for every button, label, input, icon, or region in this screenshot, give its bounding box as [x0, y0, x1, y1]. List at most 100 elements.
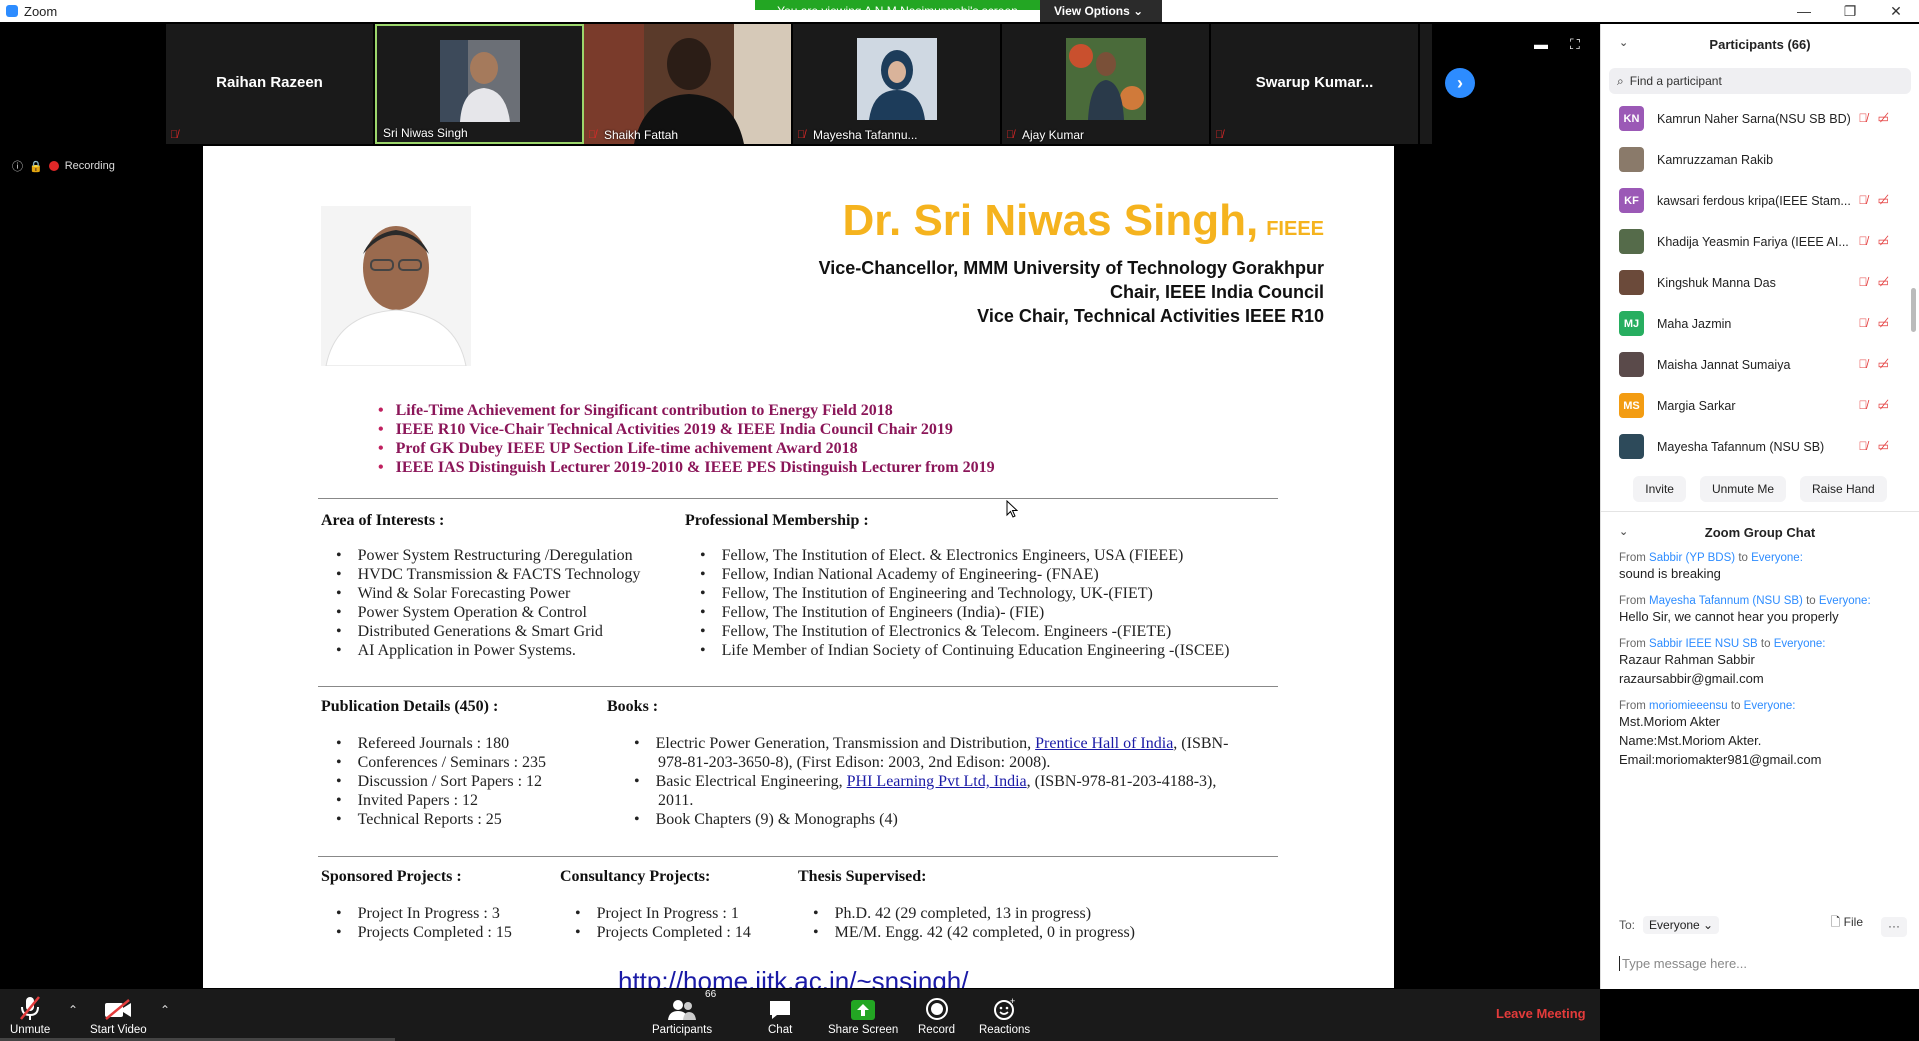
section-heading: Thesis Supervised: [798, 868, 927, 885]
gallery-view-icon[interactable]: ▬ [1534, 36, 1548, 52]
muted-mic-icon: 🎙̸ [1858, 111, 1868, 125]
chat-messages: From Sabbir (YP BDS) to Everyone: sound … [1601, 552, 1919, 769]
publisher-link[interactable]: Prentice Hall of India [1035, 735, 1173, 752]
participants-button[interactable]: 66 Participants [652, 989, 716, 1036]
fullscreen-icon[interactable]: ⛶ [1570, 36, 1580, 53]
interests-list: Power System Restructuring /Deregulation… [336, 546, 641, 660]
chat-message: From Sabbir (YP BDS) to Everyone: sound … [1619, 552, 1803, 581]
record-button[interactable]: Record [918, 993, 955, 1036]
chat-button[interactable]: Chat [768, 993, 792, 1036]
video-off-icon: ▭̸ [1877, 193, 1889, 207]
video-tile[interactable]: 🎙̸ Mayesha Tafannu... [793, 24, 1002, 144]
audio-options-chevron-icon[interactable]: ⌃ [68, 1003, 78, 1017]
zoom-window: Zoom — ❐ ✕ You are viewing A N M Nasimun… [0, 0, 1919, 1041]
window-controls: — ❐ ✕ [1781, 0, 1919, 22]
recording-label: Recording [64, 160, 115, 172]
recording-dot-icon [48, 161, 59, 171]
file-button[interactable]: 🗋 File [1831, 913, 1863, 934]
start-video-button[interactable]: Start Video [90, 993, 147, 1036]
list-item[interactable]: Kamruzzaman Rakib [1601, 139, 1919, 180]
video-tile[interactable]: 🎙̸ Ajay Kumar [1002, 24, 1211, 144]
view-options-button[interactable]: View Options ⌄ [1040, 0, 1162, 22]
muted-mic-icon: 🎙̸ [1006, 129, 1015, 141]
muted-mic-icon: 🎙̸ [1858, 275, 1868, 289]
speaker-portrait [321, 206, 471, 366]
divider [318, 856, 1278, 857]
unmute-button[interactable]: Unmute [10, 993, 50, 1036]
close-button[interactable]: ✕ [1873, 0, 1919, 22]
publisher-link[interactable]: PHI Learning Pvt Ltd, India [847, 773, 1027, 790]
next-page-arrow-icon[interactable]: › [1445, 68, 1475, 98]
divider [318, 498, 1278, 499]
list-item: Life-Time Achievement for Singificant co… [378, 401, 995, 420]
raise-hand-button[interactable]: Raise Hand [1800, 475, 1887, 502]
video-off-icon: ▭̸ [1877, 439, 1889, 453]
list-item[interactable]: Maisha Jannat Sumaiya 🎙̸ ▭̸ [1601, 344, 1919, 385]
participants-count: 66 [705, 989, 717, 1000]
avatar: KF [1619, 188, 1644, 213]
list-item[interactable]: KF kawsari ferdous kripa(IEEE Stam... 🎙̸ ▭̸ [1601, 180, 1919, 221]
chat-input[interactable]: Type message here... [1619, 956, 1747, 971]
more-options-button[interactable]: ··· [1881, 917, 1907, 937]
participants-title: Participants (66) [1709, 36, 1811, 52]
list-item[interactable]: Kingshuk Manna Das 🎙̸ ▭̸ [1601, 262, 1919, 303]
section-heading: Books : [607, 698, 659, 715]
participant-actions: Invite Unmute Me Raise Hand [1601, 466, 1919, 512]
avatar [1619, 434, 1644, 459]
participant-name: Swarup Kumar... [1255, 74, 1374, 91]
list-item[interactable]: MS Margia Sarkar 🎙̸ ▭̸ [1601, 385, 1919, 426]
video-tile[interactable]: Swarup Kumar... 🎙̸ [1211, 24, 1420, 144]
participant-search[interactable]: ⌕ Find a participant [1609, 68, 1911, 94]
avatar [1619, 147, 1644, 172]
membership-list: Fellow, The Institution of Elect. & Elec… [700, 546, 1230, 660]
list-item[interactable]: KN Kamrun Naher Sarna(NSU SB BD) 🎙̸ ▭̸ [1601, 98, 1919, 139]
side-panel: ⌄ Participants (66) ⌕ Find a participant… [1600, 24, 1919, 989]
chat-title: Zoom Group Chat [1704, 524, 1816, 540]
recording-indicator: ⓘ 🔒 Recording [12, 158, 115, 174]
participant-name: Shaikh Fattah [604, 128, 679, 142]
leave-meeting-button[interactable]: Leave Meeting [1496, 1006, 1586, 1021]
homepage-url[interactable]: http://home.iitk.ac.in/~snsingh/ [618, 966, 968, 988]
participant-list: KN Kamrun Naher Sarna(NSU SB BD) 🎙̸ ▭̸ Kamr… [1601, 98, 1919, 466]
collapse-chevron-icon[interactable]: ⌄ [1619, 36, 1628, 49]
share-screen-button[interactable]: Share Screen [828, 993, 898, 1036]
muted-mic-icon: 🎙̸ [1858, 193, 1868, 207]
reactions-button[interactable]: + Reactions [979, 993, 1030, 1036]
muted-mic-icon: 🎙̸ [1858, 316, 1868, 330]
video-tile[interactable]: 🎙̸ Shaikh Fattah [584, 24, 793, 144]
recipient-select[interactable]: Everyone ⌄ [1643, 916, 1720, 934]
video-off-icon: ▭̸ [1877, 398, 1889, 412]
list-item[interactable]: Mayesha Tafannum (NSU SB) 🎙̸ ▭̸ [1601, 426, 1919, 466]
lock-icon: 🔒 [29, 160, 43, 173]
awards-list: Life-Time Achievement for Singificant co… [378, 401, 995, 477]
muted-mic-icon: 🎙̸ [1858, 398, 1868, 412]
video-options-chevron-icon[interactable]: ⌃ [160, 1003, 170, 1017]
chat-message: From moriomieeensu to Everyone: Mst.Mori… [1619, 700, 1822, 767]
speaker-name: Dr. Sri Niwas Singh, FIEEE [842, 196, 1324, 245]
video-tile-active[interactable]: Sri Niwas Singh [375, 24, 584, 144]
invite-button[interactable]: Invite [1633, 475, 1686, 502]
avatar: KN [1619, 106, 1644, 131]
list-item[interactable]: MJ Maha Jazmin 🎙̸ ▭̸ [1601, 303, 1919, 344]
muted-mic-icon: 🎙̸ [797, 129, 806, 141]
screen-share-banner: You are viewing A N M Nasimunnabi's scre… [755, 0, 1162, 22]
search-input[interactable]: Find a participant [1630, 74, 1722, 88]
unmute-me-button[interactable]: Unmute Me [1699, 475, 1786, 502]
window-title: Zoom [24, 3, 58, 19]
participant-name: Raihan Razeen [216, 74, 323, 91]
maximize-button[interactable]: ❐ [1827, 0, 1873, 22]
info-icon[interactable]: ⓘ [12, 158, 23, 174]
muted-mic-icon: 🎙̸ [170, 129, 179, 141]
scrollbar[interactable] [1911, 288, 1916, 332]
collapse-chevron-icon[interactable]: ⌄ [1619, 525, 1628, 538]
record-icon [925, 993, 949, 1021]
section-heading: Professional Membership : [685, 512, 869, 529]
section-heading: Area of Interests : [321, 512, 445, 529]
muted-mic-icon: 🎙̸ [1858, 357, 1868, 371]
list-item[interactable]: Khadija Yeasmin Fariya (IEEE AI... 🎙̸ ▭̸ [1601, 221, 1919, 262]
meeting-toolbar: Unmute ⌃ Start Video ⌃ 66 Participants C… [0, 989, 1600, 1041]
video-tile[interactable]: Raihan Razeen 🎙̸ [166, 24, 375, 144]
participants-header: ⌄ Participants (66) [1601, 24, 1919, 64]
minimize-button[interactable]: — [1781, 0, 1827, 22]
sponsored-list: Project In Progress : 3Projects Complete… [336, 904, 512, 942]
